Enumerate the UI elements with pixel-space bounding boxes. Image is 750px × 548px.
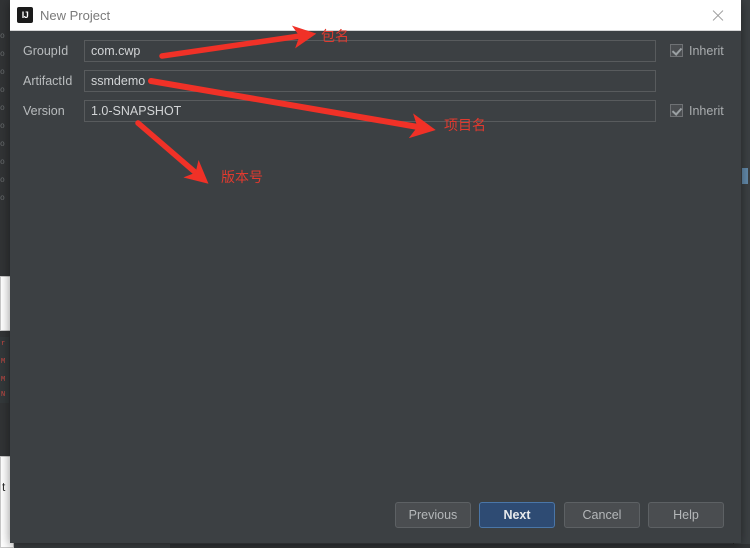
previous-button[interactable]: Previous [395, 502, 471, 528]
form-row-version: Version Inherit [10, 100, 741, 122]
form-row-groupid: GroupId Inherit [10, 40, 741, 62]
background-panel-text: t [2, 480, 6, 494]
dialog-footer: Previous Next Cancel Help [10, 493, 741, 543]
gutter-ghost-char: o [0, 32, 5, 41]
new-project-dialog: IJ New Project GroupId Inherit ArtifactI… [10, 0, 741, 543]
close-button[interactable] [697, 0, 741, 30]
gutter-ghost-char: o [0, 140, 5, 149]
background-caret-marker [742, 168, 748, 184]
background-status-band [170, 544, 750, 548]
project-coordinates-form: GroupId Inherit ArtifactId Version Inher… [10, 31, 741, 493]
gutter-ghost-char: o [0, 86, 5, 95]
groupid-label: GroupId [23, 44, 69, 58]
version-inherit-group[interactable]: Inherit [670, 101, 750, 121]
gutter-ghost-char: o [0, 176, 5, 185]
next-button[interactable]: Next [479, 502, 555, 528]
dialog-titlebar: IJ New Project [10, 0, 741, 31]
form-row-artifactid: ArtifactId [10, 70, 741, 92]
version-label: Version [23, 104, 65, 118]
gutter-ghost-char: o [0, 50, 5, 59]
gutter-ghost-char: o [0, 68, 5, 77]
gutter-ghost-char: o [0, 194, 5, 203]
groupid-inherit-label: Inherit [689, 44, 724, 58]
version-inherit-label: Inherit [689, 104, 724, 118]
version-inherit-checkbox[interactable] [670, 104, 683, 117]
groupid-inherit-checkbox[interactable] [670, 44, 683, 57]
error-fragment: M [1, 358, 6, 366]
intellij-idea-logo-icon: IJ [17, 7, 33, 23]
gutter-ghost-char: o [0, 158, 5, 167]
help-button[interactable]: Help [648, 502, 724, 528]
dialog-title: New Project [40, 8, 111, 23]
version-input[interactable] [84, 100, 656, 122]
error-fragment: r [1, 340, 6, 348]
close-icon [711, 9, 724, 22]
groupid-inherit-group[interactable]: Inherit [670, 41, 750, 61]
error-fragment: M [1, 376, 6, 384]
error-fragment: N [1, 391, 6, 399]
groupid-input[interactable] [84, 40, 656, 62]
gutter-ghost-char: o [0, 122, 5, 131]
background-error-strip: r M M N [0, 337, 9, 403]
artifactid-input[interactable] [84, 70, 656, 92]
cancel-button[interactable]: Cancel [564, 502, 640, 528]
gutter-ghost-char: o [0, 104, 5, 113]
artifactid-label: ArtifactId [23, 74, 73, 88]
